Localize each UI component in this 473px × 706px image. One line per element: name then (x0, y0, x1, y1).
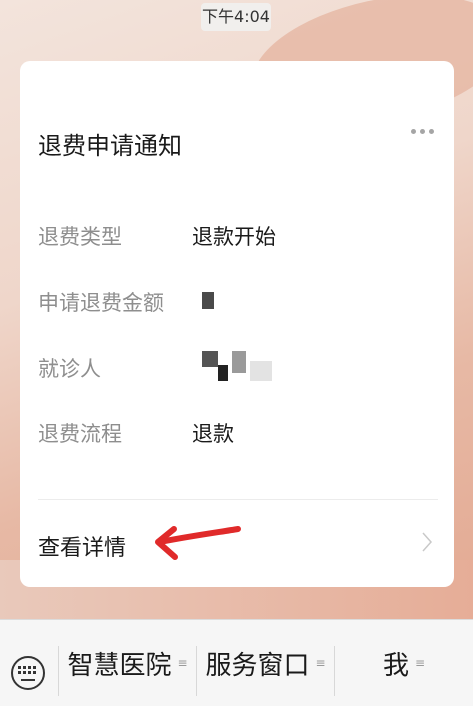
time-stamp: 下午4:04 (201, 3, 271, 31)
menu-item-label: 服务窗口 (205, 650, 310, 681)
submenu-indicator-icon: ≡ (414, 656, 425, 670)
menu-item-label: 我 (382, 650, 409, 681)
submenu-indicator-icon: ≡ (315, 656, 325, 670)
field-label-patient: 就诊人 (38, 357, 101, 381)
field-value-refund-type: 退款开始 (192, 225, 276, 249)
menu-item-label: 智慧医院 (67, 650, 172, 681)
redacted-amount (202, 292, 214, 309)
menu-item-me[interactable]: 我 ≡ (334, 620, 473, 706)
menu-item-smart-hospital[interactable]: 智慧医院 ≡ (58, 620, 196, 706)
field-label-refund-process: 退费流程 (38, 422, 122, 446)
keyboard-toggle-icon[interactable] (11, 656, 45, 690)
divider (38, 499, 438, 500)
more-options-icon[interactable] (411, 129, 434, 134)
field-value-refund-process: 退款 (192, 422, 234, 446)
redacted-patient-name (232, 351, 246, 373)
chevron-right-icon (422, 532, 433, 552)
redacted-patient-name (218, 365, 228, 381)
view-details-label: 查看详情 (38, 536, 127, 561)
submenu-indicator-icon: ≡ (177, 656, 187, 670)
redacted-patient-name (202, 351, 218, 367)
field-label-refund-type: 退费类型 (38, 225, 122, 249)
menu-item-service-window[interactable]: 服务窗口 ≡ (196, 620, 334, 706)
red-arrow-annotation (155, 526, 241, 560)
card-title: 退费申请通知 (38, 132, 182, 160)
field-label-refund-amount: 申请退费金额 (38, 291, 164, 315)
notification-card: 退费申请通知 退费类型 退款开始 申请退费金额 就诊人 退费流程 退款 查看详情 (20, 61, 454, 587)
redacted-patient-name (250, 361, 272, 381)
bottom-menu-bar: 智慧医院 ≡ 服务窗口 ≡ 我 ≡ (0, 619, 473, 706)
